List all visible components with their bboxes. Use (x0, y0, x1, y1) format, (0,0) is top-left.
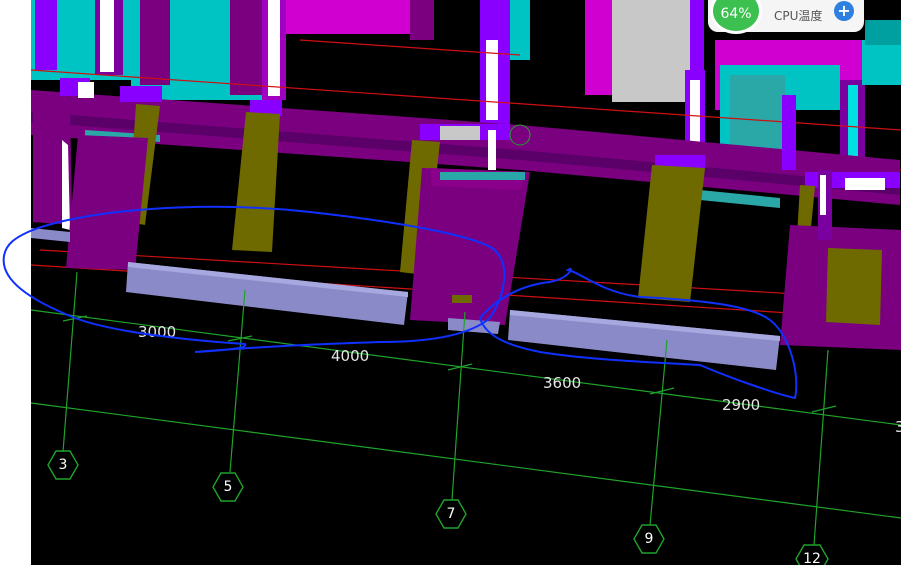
building-model (30, 0, 901, 370)
axis-label-9: 9 (645, 531, 654, 547)
axis-label-7: 7 (447, 506, 456, 522)
axis-label-12: 12 (803, 551, 821, 565)
cpu-temperature-label: CPU温度 (774, 9, 823, 23)
cad-drawing[interactable]: 3000 4000 3600 2900 3 3 5 7 9 12 (0, 0, 901, 565)
dimension-7-9: 3600 (543, 374, 581, 392)
axis-label-3: 3 (59, 457, 68, 473)
cad-viewport[interactable]: 3000 4000 3600 2900 3 3 5 7 9 12 64% CPU… (0, 0, 901, 565)
cpu-usage-value: 64% (720, 6, 752, 22)
dimension-edge-fragment: 3 (895, 418, 901, 436)
cpu-monitor-widget[interactable]: 64% CPU温度 + (708, 0, 864, 34)
dimension-5-7: 4000 (331, 347, 369, 365)
axis-markers: 3 5 7 9 12 (47, 450, 829, 565)
plus-icon[interactable]: + (834, 1, 854, 21)
dimension-9-12: 2900 (722, 396, 760, 414)
cpu-usage-gauge[interactable]: 64% (710, 0, 762, 34)
axis-label-5: 5 (224, 479, 233, 495)
